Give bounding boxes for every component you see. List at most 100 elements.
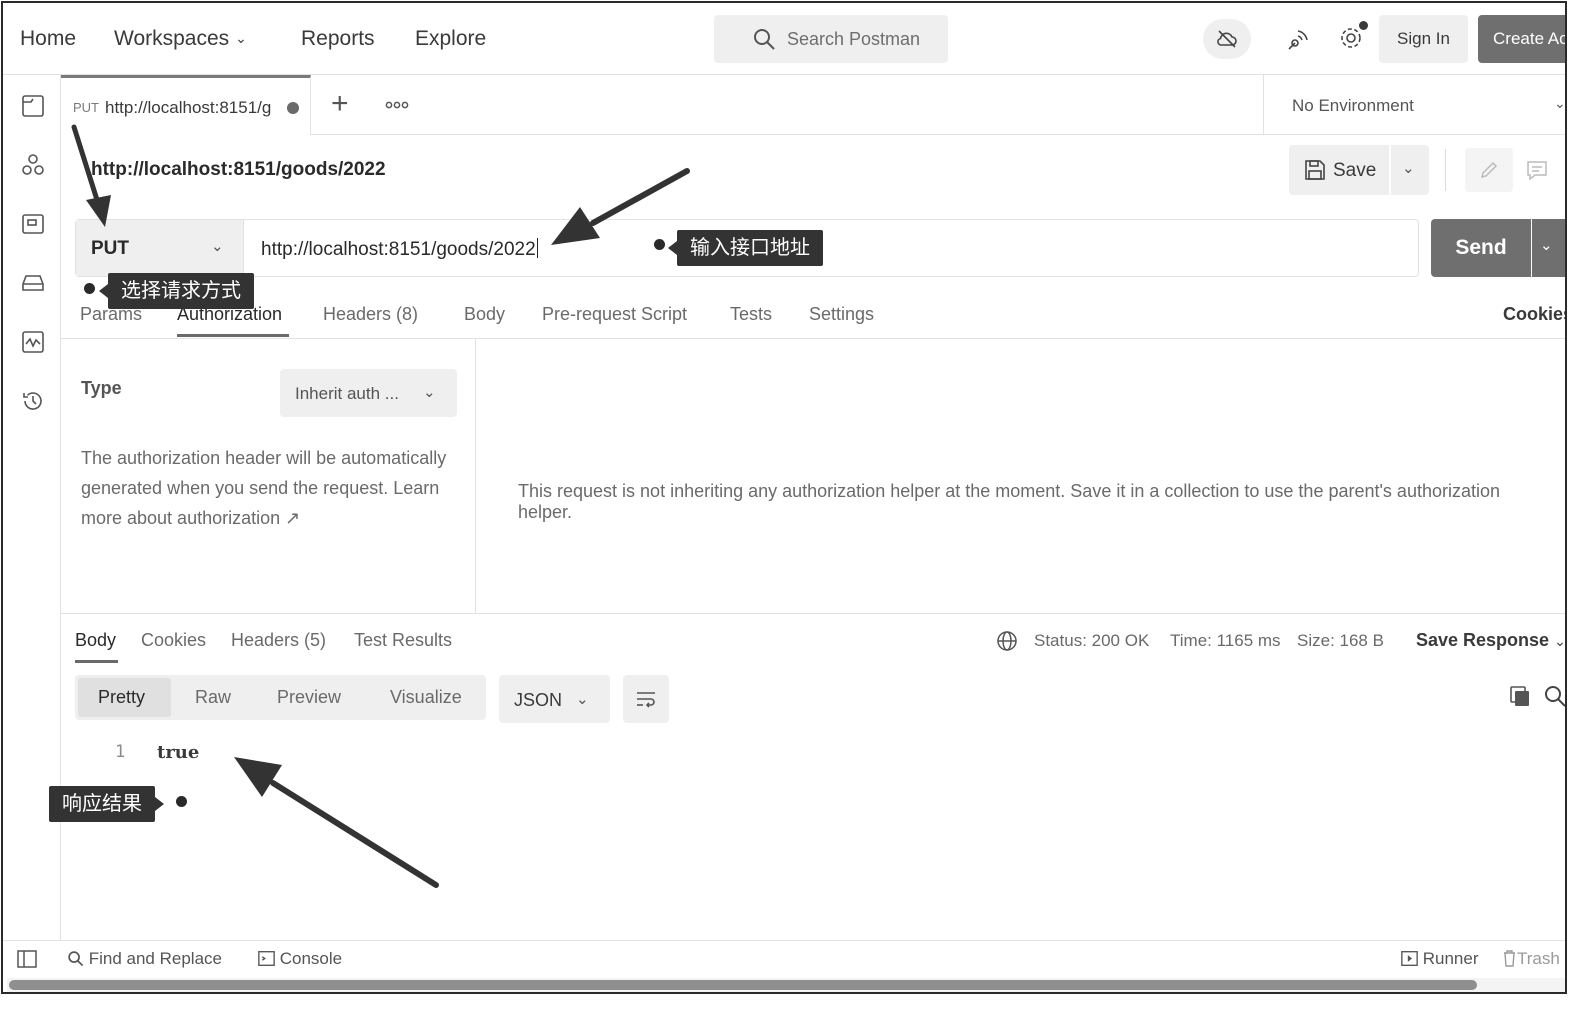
arrow-to-result <box>234 757 439 888</box>
search-icon[interactable] <box>1543 684 1567 708</box>
tab-tests[interactable]: Tests <box>730 304 772 325</box>
trash-button[interactable]: Trash <box>1502 949 1560 969</box>
pencil-icon <box>1480 161 1498 179</box>
satellite-icon[interactable] <box>1285 27 1311 53</box>
monitors-icon[interactable] <box>20 329 46 355</box>
nav-workspaces-label: Workspaces <box>114 27 230 50</box>
auth-type-select[interactable]: Inherit auth ... ⌄ <box>280 369 457 417</box>
sync-status-button[interactable] <box>1203 19 1251 59</box>
copy-icon[interactable] <box>1508 684 1532 708</box>
nav-reports[interactable]: Reports <box>301 27 375 51</box>
view-raw[interactable]: Raw <box>195 687 231 708</box>
url-annotation: 输入接口地址 <box>668 230 823 266</box>
save-label: Save <box>1333 160 1377 181</box>
chevron-down-icon: ⌄ <box>1554 633 1566 649</box>
console-icon <box>258 951 275 966</box>
search-postman[interactable]: Search Postman <box>714 15 948 63</box>
nav-home[interactable]: Home <box>20 27 76 51</box>
method-select[interactable]: PUT ⌄ <box>76 220 244 276</box>
find-replace-button[interactable]: Find and Replace <box>67 949 222 969</box>
trash-icon <box>1504 950 1515 967</box>
response-tab-headers[interactable]: Headers (5) <box>231 630 326 651</box>
tab-url: http://localhost:8151/g <box>105 98 272 117</box>
wrap-lines-icon <box>637 692 655 708</box>
search-icon <box>68 951 84 967</box>
more-tabs-icon[interactable] <box>385 95 409 115</box>
response-tab-cookies[interactable]: Cookies <box>141 630 206 651</box>
auth-message: This request is not inheriting any autho… <box>518 481 1501 522</box>
view-visualize[interactable]: Visualize <box>390 687 462 708</box>
trash-label: Trash <box>1517 949 1560 968</box>
environment-label: No Environment <box>1292 96 1414 115</box>
active-tab-indicator <box>75 660 118 663</box>
new-tab-button[interactable]: + <box>331 87 349 121</box>
history-icon[interactable] <box>20 388 46 414</box>
chevron-down-icon: ⌄ <box>1554 95 1566 111</box>
view-pretty[interactable]: Pretty <box>98 687 145 708</box>
tab-settings[interactable]: Settings <box>809 304 874 325</box>
response-time[interactable]: Time: 1165 ms <box>1170 631 1281 651</box>
cookies-link[interactable]: Cookies <box>1503 304 1565 325</box>
tab-pre-request-script[interactable]: Pre-request Script <box>542 304 687 325</box>
request-tab[interactable]: PUT http://localhost:8151/g <box>61 75 311 135</box>
edit-button[interactable] <box>1465 148 1513 192</box>
search-icon <box>754 29 775 50</box>
postman-window: Home Workspaces ⌄ Reports Explore Search … <box>1 1 1567 994</box>
toggle-sidebar-icon[interactable] <box>17 950 37 968</box>
divider <box>61 613 1565 614</box>
auth-type-label: Type <box>81 378 122 398</box>
response-tab-test-results[interactable]: Test Results <box>354 630 452 651</box>
mock-servers-icon[interactable] <box>20 270 46 296</box>
save-icon <box>1305 160 1325 180</box>
response-status[interactable]: Status: 200 OK <box>1034 631 1149 651</box>
environments-icon[interactable] <box>20 211 46 237</box>
save-button[interactable]: Save <box>1289 145 1389 195</box>
collections-icon[interactable] <box>20 93 46 119</box>
tab-headers[interactable]: Headers (8) <box>323 304 418 325</box>
comment-icon[interactable] <box>1525 158 1549 182</box>
chevron-down-icon: ⌄ <box>576 691 589 708</box>
tab-body[interactable]: Body <box>464 304 505 325</box>
method-annotation: 选择请求方式 <box>99 273 254 309</box>
save-response-label: Save Response <box>1416 630 1550 650</box>
create-account-button[interactable]: Create Ac <box>1478 15 1565 63</box>
save-options-button[interactable]: ⌄ <box>1391 145 1429 195</box>
wrap-lines-button[interactable] <box>623 675 669 723</box>
save-response-button[interactable]: Save Response ⌄ <box>1416 630 1566 651</box>
chevron-down-icon: ⌄ <box>423 384 436 401</box>
chevron-down-icon: ⌄ <box>211 238 224 255</box>
console-label: Console <box>279 949 343 968</box>
chevron-down-icon: ⌄ <box>235 30 247 46</box>
chevron-down-icon: ⌄ <box>1402 160 1415 177</box>
annotation-dot <box>176 796 187 807</box>
format-select[interactable]: JSON ⌄ <box>499 675 610 723</box>
url-input[interactable]: http://localhost:8151/goods/2022 <box>261 238 538 261</box>
view-preview[interactable]: Preview <box>277 687 341 708</box>
runner-button[interactable]: Runner <box>1401 949 1479 969</box>
top-navigation: Home Workspaces ⌄ Reports Explore Search … <box>3 3 1565 75</box>
runner-label: Runner <box>1422 949 1479 968</box>
send-options-button[interactable]: ⌄ <box>1532 219 1565 277</box>
auth-description[interactable]: The authorization header will be automat… <box>81 443 461 533</box>
environment-selector[interactable]: No Environment ⌄ <box>1263 75 1566 135</box>
scrollbar-thumb[interactable] <box>9 980 1477 990</box>
unsaved-dot <box>287 102 299 114</box>
url-value: http://localhost:8151/goods/2022 <box>261 239 536 260</box>
response-size[interactable]: Size: 168 B <box>1297 631 1384 651</box>
response-tab-body[interactable]: Body <box>75 630 116 651</box>
sign-in-button[interactable]: Sign In <box>1379 15 1468 63</box>
result-annotation: 响应结果 <box>49 786 164 822</box>
request-title[interactable]: http://localhost:8151/goods/2022 <box>91 159 386 181</box>
response-body[interactable]: true <box>157 742 199 763</box>
format-value: JSON <box>514 690 563 710</box>
globe-icon[interactable] <box>995 629 1019 653</box>
divider <box>1445 149 1446 191</box>
auth-type-value: Inherit auth ... <box>295 384 399 403</box>
nav-workspaces[interactable]: Workspaces ⌄ <box>114 27 247 51</box>
text-caret <box>536 238 538 258</box>
nav-explore[interactable]: Explore <box>415 27 486 51</box>
console-button[interactable]: Console <box>258 949 342 969</box>
active-tab-indicator <box>177 334 289 337</box>
send-button[interactable]: Send <box>1431 219 1531 277</box>
apis-icon[interactable] <box>20 152 46 178</box>
